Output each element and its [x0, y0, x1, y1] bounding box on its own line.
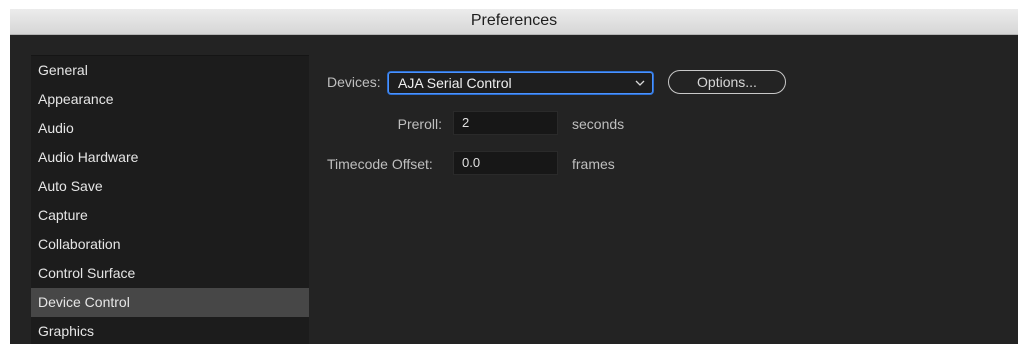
sidebar-item-audio-hardware[interactable]: Audio Hardware	[31, 143, 309, 172]
timecode-offset-unit: frames	[572, 156, 615, 172]
devices-dropdown[interactable]: AJA Serial Control	[388, 72, 653, 94]
sidebar-item-control-surface[interactable]: Control Surface	[31, 259, 309, 288]
sidebar-item-auto-save[interactable]: Auto Save	[31, 172, 309, 201]
preroll-label: Preroll:	[397, 116, 442, 132]
preferences-window: Preferences General Appearance Audio Aud…	[10, 9, 1018, 344]
timecode-offset-label: Timecode Offset:	[327, 156, 433, 172]
preferences-sidebar: General Appearance Audio Audio Hardware …	[31, 55, 309, 344]
sidebar-item-collaboration[interactable]: Collaboration	[31, 230, 309, 259]
sidebar-item-appearance[interactable]: Appearance	[31, 85, 309, 114]
sidebar-item-graphics[interactable]: Graphics	[31, 317, 309, 344]
sidebar-item-device-control[interactable]: Device Control	[31, 288, 309, 317]
preroll-input[interactable]: 2	[453, 111, 558, 135]
devices-label: Devices:	[327, 74, 381, 90]
devices-dropdown-value: AJA Serial Control	[398, 75, 512, 91]
sidebar-item-general[interactable]: General	[31, 56, 309, 85]
options-button[interactable]: Options...	[668, 70, 786, 94]
window-title: Preferences	[10, 9, 1018, 35]
timecode-offset-input[interactable]: 0.0	[453, 151, 558, 175]
sidebar-item-capture[interactable]: Capture	[31, 201, 309, 230]
preroll-unit: seconds	[572, 116, 625, 132]
sidebar-item-audio[interactable]: Audio	[31, 114, 309, 143]
chevron-down-icon	[634, 73, 646, 93]
